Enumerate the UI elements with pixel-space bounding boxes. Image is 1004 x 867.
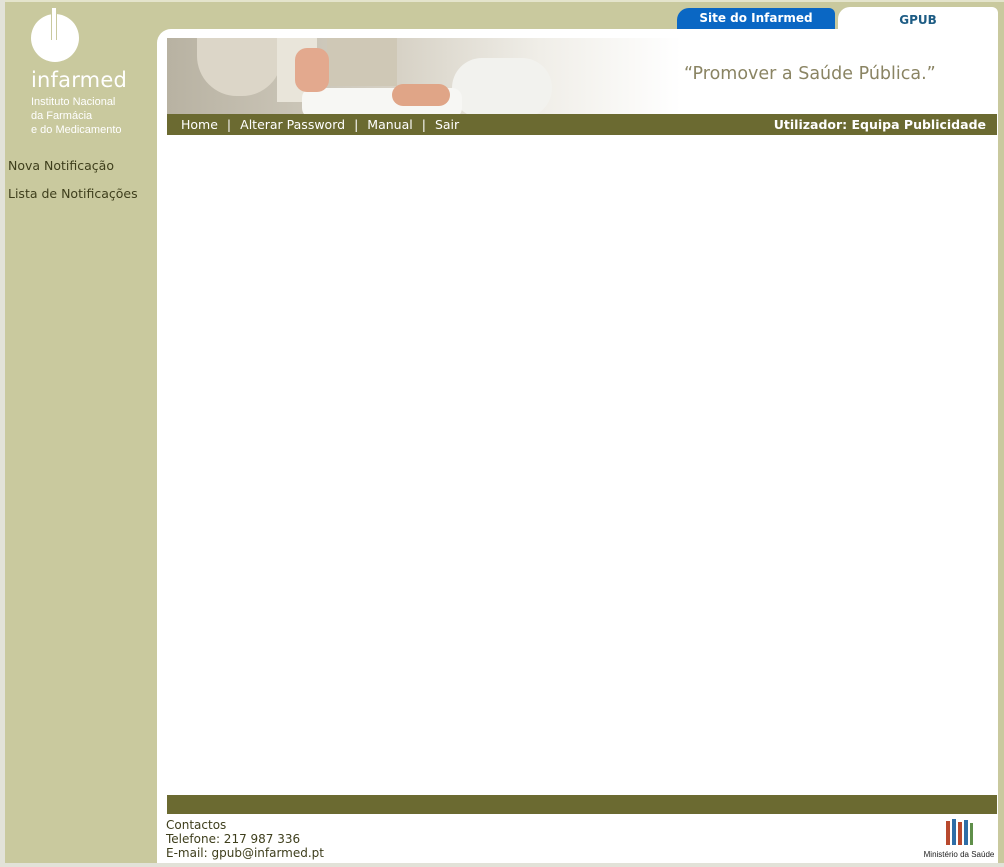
nav-change-password-link[interactable]: Alterar Password: [240, 117, 345, 132]
header-banner: “Promover a Saúde Pública.”: [167, 38, 997, 114]
ministry-label: Ministério da Saúde: [923, 850, 995, 859]
banner-photo-device: [327, 38, 397, 86]
nav-separator: |: [226, 117, 232, 132]
sidebar-item-lista-notificacoes[interactable]: Lista de Notificações: [8, 185, 138, 213]
logo-stem: [51, 6, 57, 40]
current-user-label: Utilizador: Equipa Publicidade: [773, 117, 986, 132]
contacts-email[interactable]: E-mail: gpub@infarmed.pt: [166, 846, 324, 860]
banner-photo-coat: [452, 58, 552, 114]
nav-logout-link[interactable]: Sair: [435, 117, 459, 132]
tab-site-infarmed[interactable]: Site do Infarmed: [677, 8, 835, 29]
nav-separator: |: [354, 117, 359, 132]
banner-photo-machine: [197, 38, 282, 96]
top-nav-bar: Home | Alterar Password | Manual | Sair Utiliz…: [167, 114, 997, 135]
banner-photo-hand: [295, 48, 329, 92]
window-bottom-border: [0, 863, 1004, 867]
footer-bar: [167, 795, 997, 814]
footer-contacts: Contactos Telefone: 217 987 336 E-mail: …: [166, 818, 324, 860]
ministerio-saude-logo[interactable]: Ministério da Saúde: [923, 815, 995, 861]
contacts-title: Contactos: [166, 818, 227, 832]
sidebar-item-nova-notificacao[interactable]: Nova Notificação: [8, 157, 138, 185]
sidebar-menu: Nova Notificação Lista de Notificações: [8, 157, 138, 213]
sidebar: infarmed Instituto Nacional da Farmácia …: [5, 2, 157, 863]
logo-wordmark: infarmed: [31, 68, 127, 92]
ministry-figures-icon: [946, 819, 973, 845]
contacts-phone: Telefone: 217 987 336: [166, 832, 301, 846]
tab-gpub[interactable]: GPUB: [838, 7, 998, 30]
nav-links: Home | Alterar Password | Manual | Sair: [181, 114, 459, 135]
nav-separator: |: [421, 117, 426, 132]
banner-photo-hand-2: [392, 84, 450, 106]
logo-subtitle: Instituto Nacional da Farmácia e do Medi…: [31, 96, 122, 136]
main-panel: “Promover a Saúde Pública.” Home | Alterar…: [157, 29, 998, 863]
nav-home-link[interactable]: Home: [181, 117, 218, 132]
banner-slogan: “Promover a Saúde Pública.”: [684, 64, 936, 84]
nav-manual-link[interactable]: Manual: [367, 117, 412, 132]
